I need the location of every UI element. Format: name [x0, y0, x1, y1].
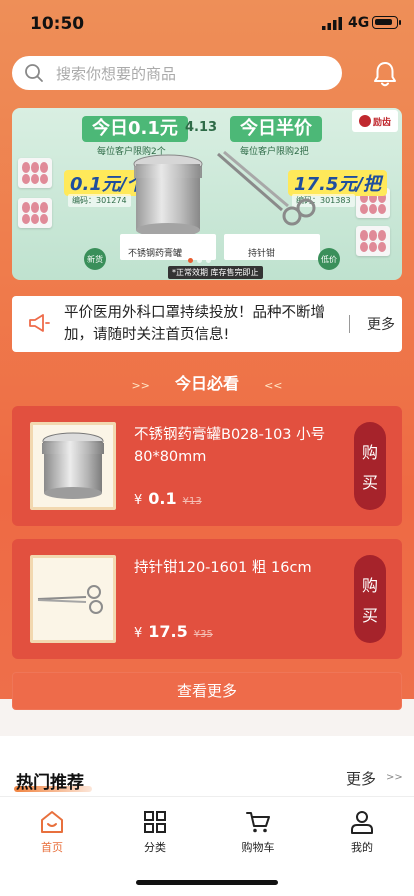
- product-name: 持针钳120-1601 粗 16cm: [134, 560, 312, 576]
- home-indicator: [136, 880, 278, 885]
- jar-image: [42, 432, 104, 499]
- tab-home-label: 首页: [41, 841, 63, 854]
- hot-more-link[interactable]: 更多: [346, 768, 376, 789]
- forceps-image: [217, 150, 316, 226]
- battery-icon: [372, 16, 401, 29]
- carousel-dots[interactable]: [188, 258, 211, 263]
- banner-right-title: 今日半价: [230, 116, 322, 142]
- banner-right-badge: 低价: [318, 248, 340, 270]
- section-title: 今日必看: [174, 374, 239, 393]
- user-icon: [351, 811, 373, 834]
- hot-section: 热门推荐 更多 >>: [0, 736, 414, 796]
- section-right-arrows: <<: [264, 379, 283, 392]
- tab-category[interactable]: 分类: [115, 809, 195, 855]
- banner-left-product-name: 不锈钢药膏罐: [122, 245, 189, 260]
- tab-home[interactable]: 首页: [12, 809, 92, 855]
- banner-right-product-name: 持针钳: [242, 245, 282, 260]
- view-more-button[interactable]: 查看更多: [12, 672, 402, 710]
- signal-icon: [322, 17, 342, 30]
- search-bar[interactable]: 搜索你想要的商品: [12, 56, 342, 90]
- section-header: >> 今日必看 <<: [0, 370, 414, 394]
- bell-icon[interactable]: [372, 60, 398, 88]
- product-image: [30, 422, 116, 510]
- product-price: ¥17.5 ¥35: [134, 622, 213, 641]
- section-left-arrows: >>: [131, 379, 150, 392]
- tab-cart-label: 购物车: [241, 841, 275, 854]
- network-label: 4G: [348, 15, 370, 31]
- product-card[interactable]: 不锈钢药膏罐B028-103 小号80*80mm ¥0.1 ¥13 购 买: [12, 406, 402, 526]
- buy-label-1: 购: [361, 443, 378, 462]
- original-price: ¥13: [182, 496, 202, 507]
- buy-label-1: 购: [361, 576, 378, 595]
- megaphone-icon: [29, 314, 50, 332]
- grid-icon: [144, 811, 166, 833]
- notice-bar[interactable]: 平价医用外科口罩持续投放！品种不断增加，请随时关注首页信息! 更多: [12, 296, 402, 352]
- brand-logo-icon: [358, 115, 371, 127]
- product-price: ¥0.1 ¥13: [134, 489, 202, 508]
- buy-button[interactable]: 购 买: [354, 555, 386, 643]
- status-time: 10:50: [30, 14, 85, 34]
- notice-divider: [349, 315, 350, 333]
- price-value: 0.1: [148, 489, 177, 508]
- banner-left-badge: 新货: [84, 248, 106, 270]
- tab-mine[interactable]: 我的: [322, 809, 402, 855]
- buy-button[interactable]: 购 买: [354, 422, 386, 510]
- banner-note: *正常效期 库存售完即止: [168, 266, 263, 279]
- banner-left-code: 编码：301274: [68, 194, 131, 207]
- pill-box-image: [356, 226, 390, 256]
- product-name: 不锈钢药膏罐B028-103 小号80*80mm: [134, 427, 326, 465]
- product-image: [30, 555, 116, 643]
- currency-symbol: ¥: [134, 493, 143, 508]
- promo-banner[interactable]: 今日0.1元 每位客户限购2个 4.13 今日半价 每位客户限购2把 0.1元/…: [12, 108, 402, 280]
- hot-title: 热门推荐: [16, 773, 84, 793]
- currency-symbol: ¥: [134, 626, 143, 641]
- search-placeholder: 搜索你想要的商品: [56, 64, 177, 83]
- original-price: ¥35: [193, 629, 213, 640]
- tab-category-label: 分类: [144, 841, 166, 854]
- price-value: 17.5: [148, 622, 188, 641]
- pill-box-image: [18, 158, 52, 188]
- buy-label-2: 买: [361, 606, 378, 625]
- search-icon: [25, 64, 43, 82]
- home-icon: [41, 811, 63, 833]
- hot-more-arrows: >>: [386, 772, 403, 783]
- jar-image: [133, 154, 203, 237]
- tab-mine-label: 我的: [351, 841, 373, 854]
- notice-text: 平价医用外科口罩持续投放！品种不断增加，请随时关注首页信息!: [64, 305, 325, 343]
- tab-cart[interactable]: 购物车: [218, 809, 298, 855]
- notice-more-link[interactable]: 更多: [367, 314, 395, 334]
- brand-logo: 励齿: [352, 110, 398, 132]
- pill-box-image: [18, 198, 52, 228]
- status-bar: 10:50 4G: [0, 0, 414, 48]
- product-card[interactable]: 持针钳120-1601 粗 16cm ¥17.5 ¥35 购 买: [12, 539, 402, 659]
- banner-date: 4.13: [185, 120, 218, 135]
- banner-left-title: 今日0.1元: [82, 116, 188, 142]
- buy-label-2: 买: [361, 473, 378, 492]
- brand-name: 励齿: [372, 117, 391, 128]
- forceps-image: [37, 585, 103, 614]
- cart-icon: [246, 812, 270, 833]
